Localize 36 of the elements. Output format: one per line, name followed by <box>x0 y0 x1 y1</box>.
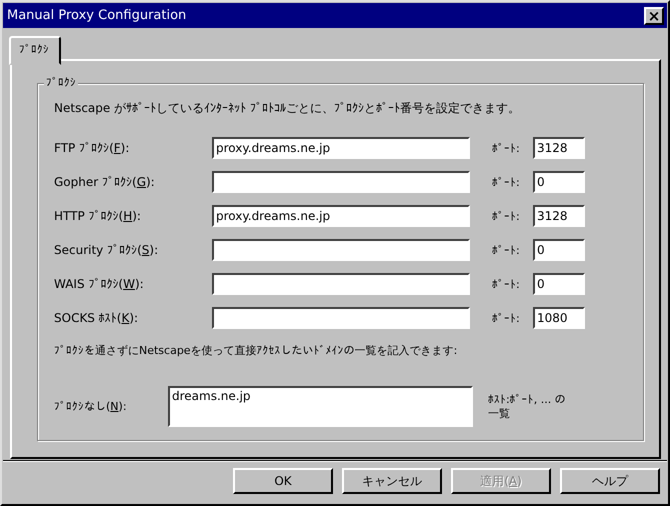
port-field[interactable]: 3128 <box>533 137 585 159</box>
port-field[interactable]: 0 <box>533 239 585 261</box>
proxy-field[interactable]: proxy.dreams.ne.jp <box>212 205 470 227</box>
field-label: WAIS ﾌﾟﾛｸｼ(W): <box>54 277 145 291</box>
port-label: ﾎﾟｰﾄ: <box>492 278 521 290</box>
field-label: Gopher ﾌﾟﾛｸｼ(G): <box>54 175 156 189</box>
field-label: ﾌﾟﾛｸｼなし(N): <box>54 400 128 413</box>
proxy-field[interactable] <box>212 273 470 295</box>
port-field[interactable]: 0 <box>533 171 585 193</box>
port-field[interactable]: 3128 <box>533 205 585 227</box>
window-title: Manual Proxy Configuration <box>7 8 186 23</box>
group-title: ﾌﾟﾛｸｼ <box>44 76 78 89</box>
port-label: ﾎﾟｰﾄ: <box>492 142 521 154</box>
format-hint: ﾎｽﾄ:ﾎﾟｰﾄ, ... の一覧 <box>488 392 567 420</box>
field-label: SOCKS ﾎｽﾄ(K): <box>54 311 140 325</box>
port-label: ﾎﾟｰﾄ: <box>492 176 521 188</box>
proxy-field[interactable] <box>212 307 470 329</box>
field-label: FTP ﾌﾟﾛｸｼ(F): <box>54 141 130 155</box>
port-label: ﾎﾟｰﾄ: <box>492 210 521 222</box>
tab[interactable]: ﾌﾟﾛｸｼ <box>9 36 61 65</box>
field-label: HTTP ﾌﾟﾛｸｼ(H): <box>54 209 142 223</box>
proxy-field[interactable] <box>212 239 470 261</box>
dialog-button[interactable]: ヘルプ <box>560 468 660 494</box>
no-proxy-field[interactable]: dreams.ne.jp <box>168 386 473 427</box>
port-field[interactable]: 1080 <box>533 307 585 329</box>
dialog-button[interactable]: キャンセル <box>342 468 442 494</box>
port-field[interactable]: 0 <box>533 273 585 295</box>
bypass-note: ﾌﾟﾛｸｼを通さずにNetscapeを使って直接ｱｸｾｽしたいﾄﾞﾒｲﾝの一覧を記入できます: <box>54 343 458 358</box>
proxy-field[interactable] <box>212 171 470 193</box>
intro-text: Netscape がｻﾎﾟｰﾄしているｲﾝﾀｰﾈｯﾄ ﾌﾟﾛﾄｺﾙごとに、ﾌﾟﾛｸｼとﾎﾟｰﾄ番号を設定できます。 <box>54 100 521 117</box>
field-label: Security ﾌﾟﾛｸｼ(S): <box>54 243 160 257</box>
port-label: ﾎﾟｰﾄ: <box>492 312 521 324</box>
port-label: ﾎﾟｰﾄ: <box>492 244 521 256</box>
proxy-field[interactable]: proxy.dreams.ne.jp <box>212 137 470 159</box>
close-button[interactable]: × <box>644 6 664 24</box>
dialog-button[interactable]: OK <box>233 468 333 494</box>
